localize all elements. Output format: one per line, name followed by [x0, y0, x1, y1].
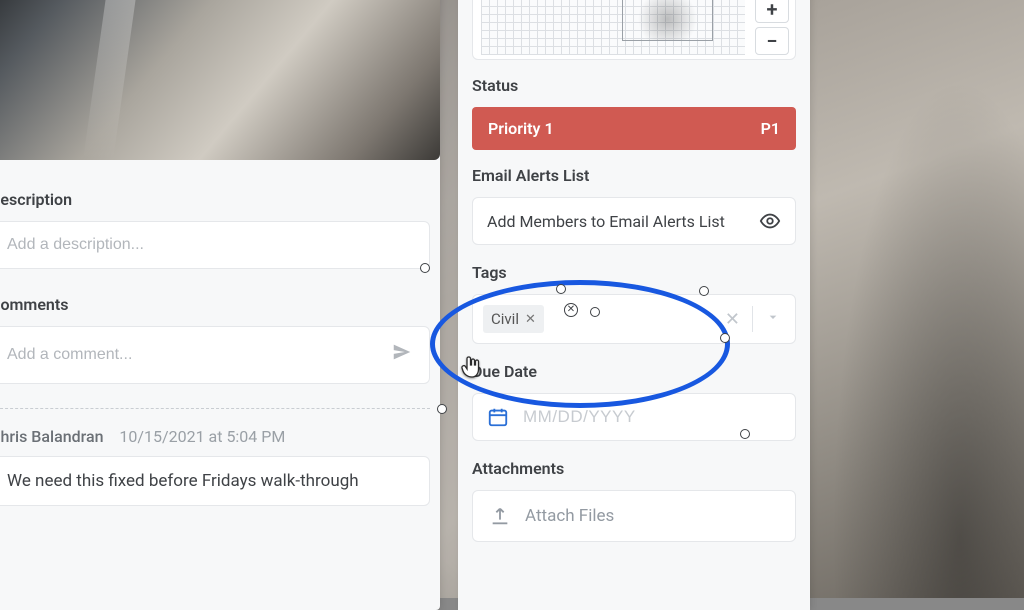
due-date-field[interactable] — [472, 393, 796, 441]
zoom-out-button[interactable]: − — [755, 27, 789, 55]
comment-timestamp: 10/15/2021 at 5:04 PM — [119, 427, 285, 446]
tags-clear-icon[interactable]: ✕ — [721, 309, 744, 330]
description-input[interactable] — [7, 236, 413, 254]
tags-separator — [752, 306, 753, 332]
upload-icon — [489, 505, 511, 527]
email-alerts-label: Email Alerts List — [472, 166, 796, 185]
attach-files-label: Attach Files — [525, 506, 614, 526]
comment-input[interactable] — [7, 346, 381, 364]
due-date-input[interactable] — [523, 407, 744, 427]
tags-label: Tags — [472, 263, 796, 282]
comment-meta: Chris Balandran 10/15/2021 at 5:04 PM — [0, 427, 440, 446]
status-pill[interactable]: Priority 1 P1 — [472, 107, 796, 150]
status-label: Status — [472, 76, 796, 95]
comment-input-box[interactable] — [0, 326, 430, 384]
description-label: Description — [0, 190, 440, 209]
attachments-label: Attachments — [472, 459, 796, 478]
comment-author: Chris Balandran — [0, 427, 104, 446]
issue-photo[interactable] — [0, 0, 440, 160]
tag-remove-icon[interactable]: ✕ — [525, 312, 536, 327]
eye-icon[interactable] — [759, 210, 781, 232]
tag-chip-civil[interactable]: Civil ✕ — [483, 305, 544, 333]
description-input-box[interactable] — [0, 221, 430, 269]
left-panel: Description Comments Chris Balandran 10/… — [0, 0, 440, 610]
zoom-in-button[interactable]: + — [755, 0, 789, 23]
background-photo-right — [810, 0, 1024, 598]
status-value: Priority 1 — [488, 119, 554, 138]
attach-files-button[interactable]: Attach Files — [472, 490, 796, 542]
tag-chip-label: Civil — [491, 310, 519, 328]
comment-divider — [0, 408, 430, 409]
comments-label: Comments — [0, 295, 440, 314]
floorplan-thumbnail — [481, 0, 745, 55]
comment-body: We need this fixed before Fridays walk-t… — [0, 456, 430, 506]
tags-field[interactable]: Civil ✕ ✕ — [472, 294, 796, 344]
email-alerts-field[interactable]: Add Members to Email Alerts List — [472, 197, 796, 245]
detail-panel: + − Status Priority 1 P1 Email Alerts Li… — [458, 0, 810, 610]
status-code: P1 — [761, 119, 780, 138]
floorplan-preview[interactable]: + − — [472, 0, 796, 60]
due-date-label: Due Date — [472, 362, 796, 381]
email-alerts-placeholder: Add Members to Email Alerts List — [487, 212, 725, 231]
tags-dropdown-icon[interactable] — [761, 309, 785, 330]
calendar-icon[interactable] — [487, 406, 509, 428]
send-icon[interactable] — [391, 341, 413, 369]
